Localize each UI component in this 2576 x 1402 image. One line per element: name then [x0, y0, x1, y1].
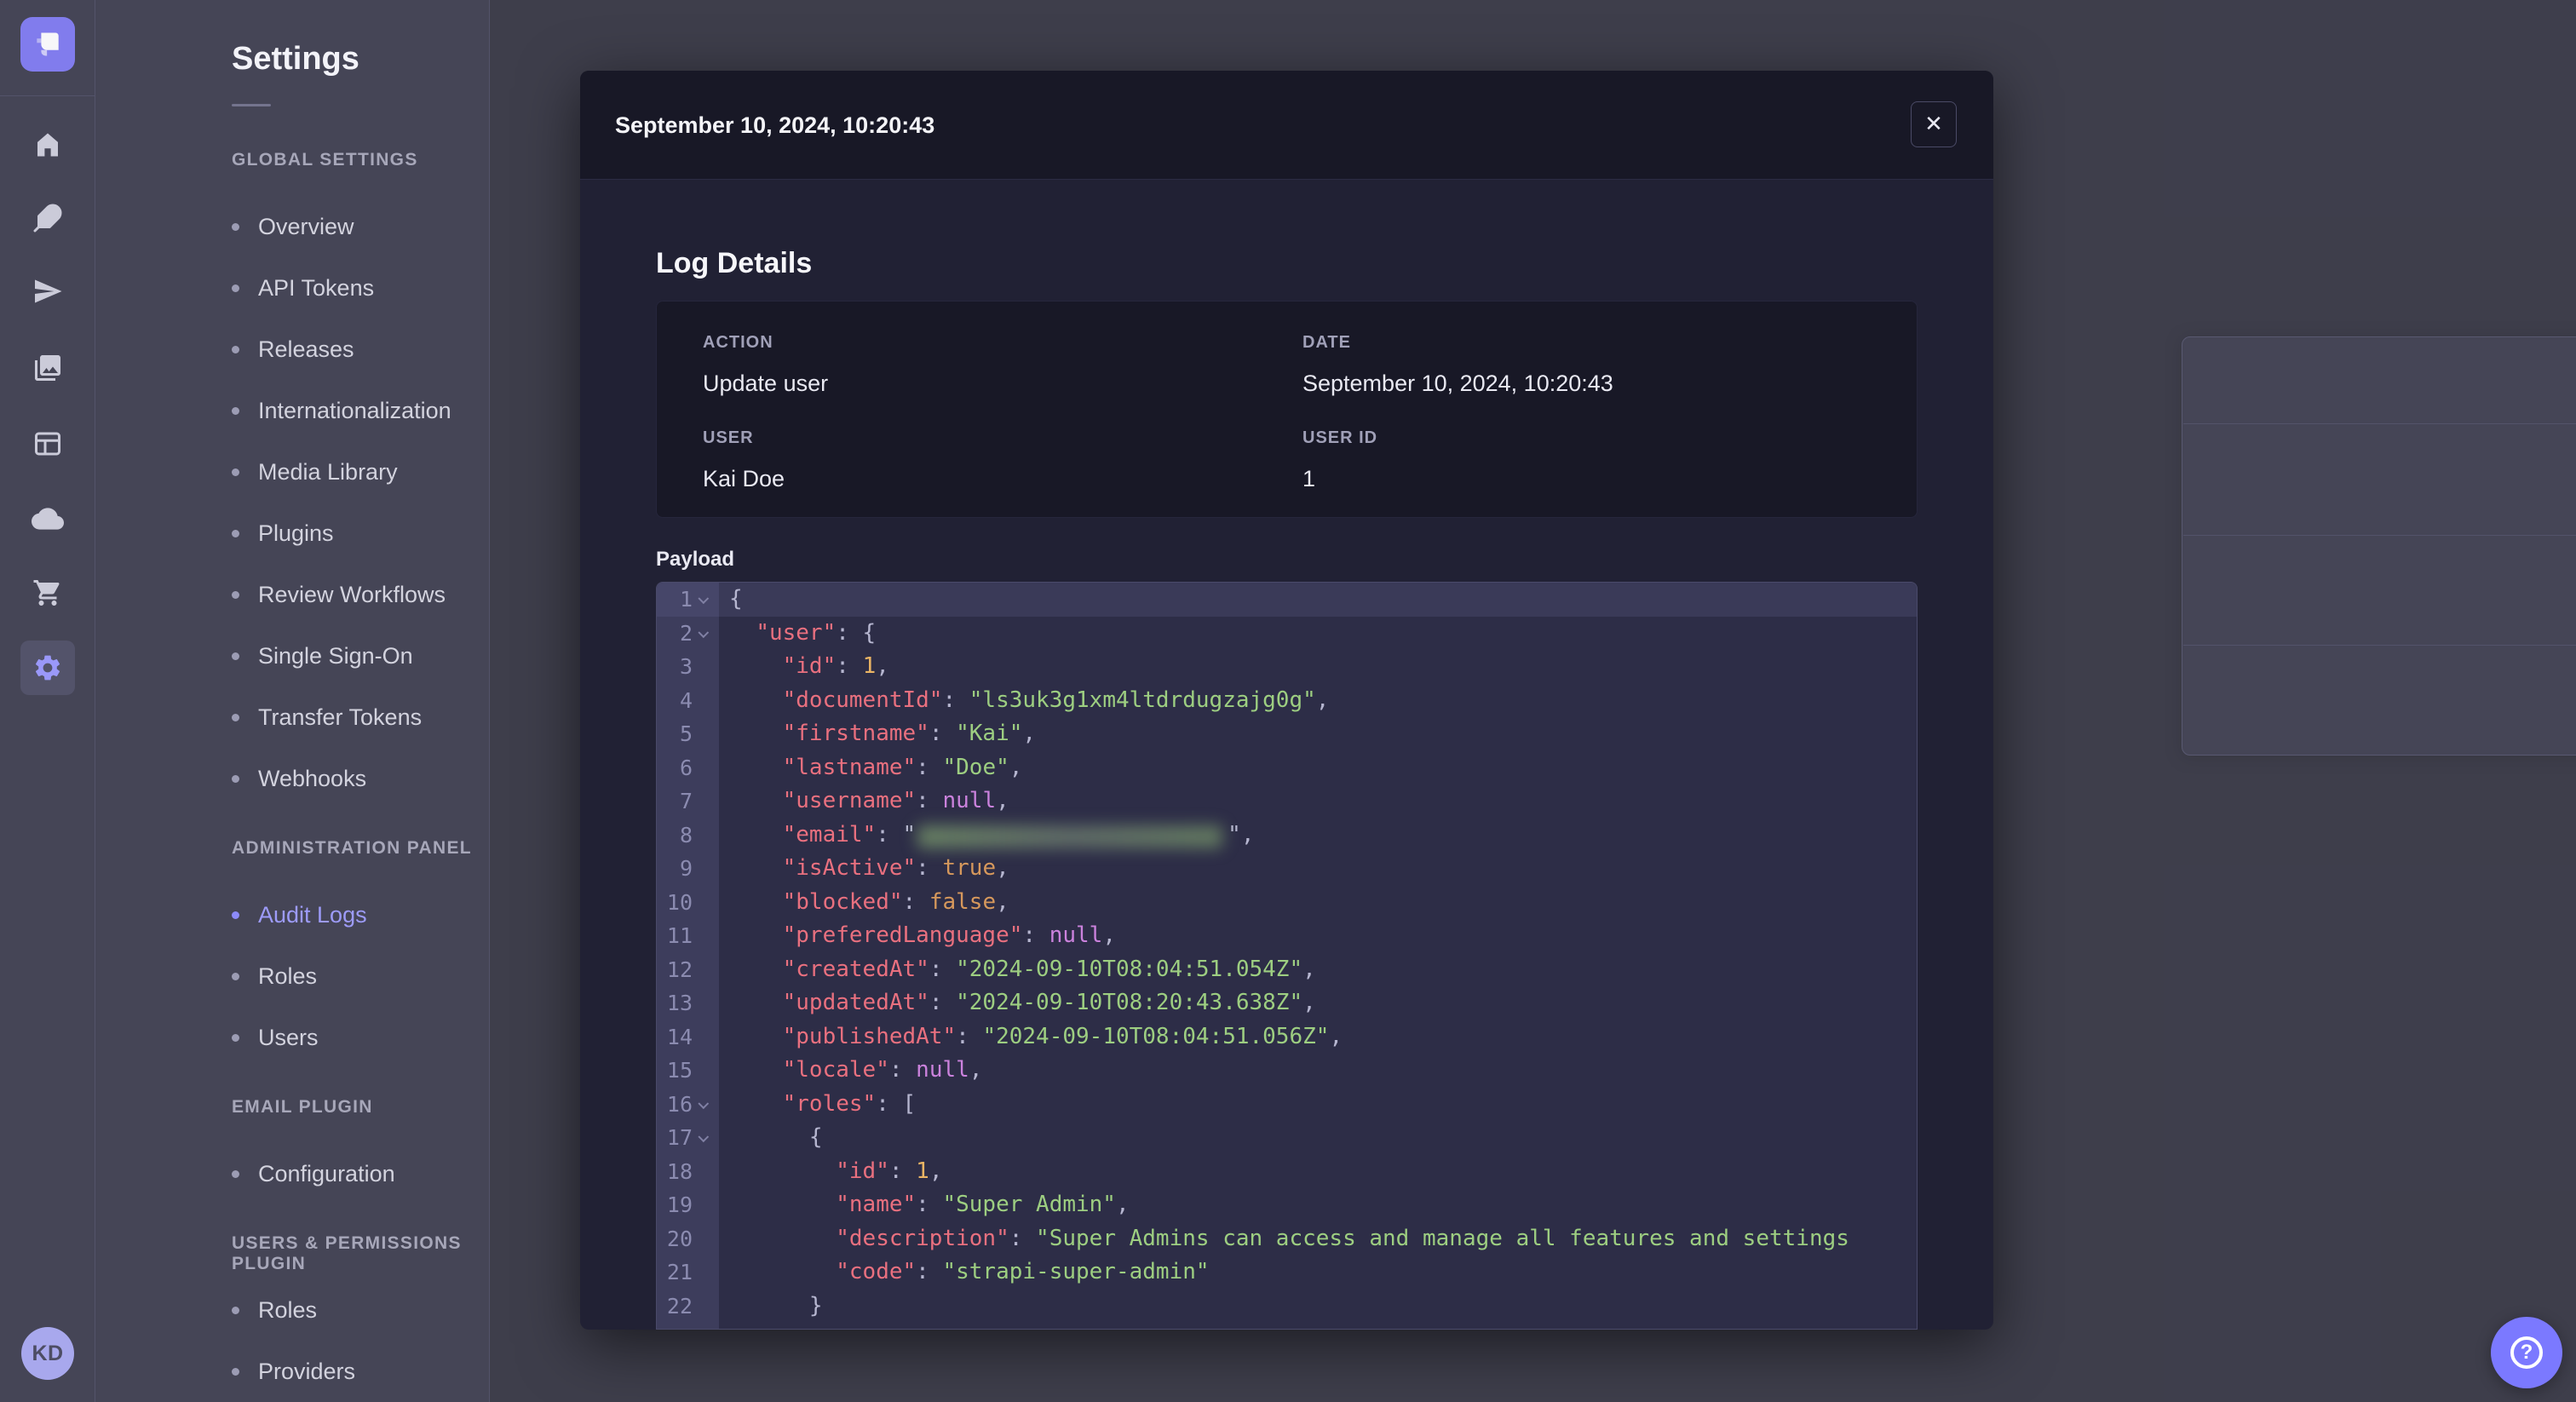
line-number: 20: [666, 1226, 693, 1251]
date-value: September 10, 2024, 10:20:43: [1302, 371, 1613, 396]
line-number: 10: [666, 889, 693, 915]
code-line: 3 "id": 1,: [657, 650, 1917, 684]
log-details-modal: September 10, 2024, 10:20:43 ✕ Log Detai…: [580, 71, 1993, 1330]
code-line: 16 "roles": [: [657, 1087, 1917, 1121]
line-number: 14: [666, 1024, 693, 1049]
code-line: 20 "description": "Super Admins can acce…: [657, 1221, 1917, 1255]
code-line: 5 "firstname": "Kai",: [657, 717, 1917, 751]
code-line: 1{: [657, 583, 1917, 617]
user-id-value: 1: [1302, 466, 1316, 491]
line-number: 8: [679, 822, 693, 848]
close-icon: ✕: [1924, 112, 1943, 137]
code-line: 13 "updatedAt": "2024-09-10T08:20:43.638…: [657, 986, 1917, 1020]
collapse-chevron-icon[interactable]: [697, 593, 709, 605]
line-number: 9: [679, 856, 693, 882]
code-line: 7 "username": null,: [657, 784, 1917, 819]
line-number: 7: [679, 789, 693, 814]
code-line: 15 "locale": null,: [657, 1054, 1917, 1088]
line-number: 12: [666, 957, 693, 982]
line-number: 1: [679, 587, 693, 612]
code-line: 4 "documentId": "ls3uk3g1xm4ltdrdugzajg0…: [657, 683, 1917, 717]
code-line: 19 "name": "Super Admin",: [657, 1188, 1917, 1222]
line-number: 18: [666, 1158, 693, 1184]
code-line: 8 "email": " ",: [657, 818, 1917, 852]
date-label: DATE: [1302, 333, 1351, 352]
line-number: 22: [666, 1293, 693, 1319]
action-value: Update user: [703, 371, 829, 396]
payload-label: Payload: [656, 548, 735, 571]
line-number: 16: [666, 1091, 693, 1117]
log-details-card: ACTION Update user DATE September 10, 20…: [656, 301, 1918, 518]
code-line: 10 "blocked": false,: [657, 885, 1917, 919]
collapse-chevron-icon[interactable]: [697, 1098, 709, 1109]
code-line: 22 }: [657, 1289, 1917, 1323]
line-number: 13: [666, 991, 693, 1016]
code-line: 12 "createdAt": "2024-09-10T08:04:51.054…: [657, 952, 1917, 986]
question-mark-icon: ?: [2510, 1336, 2543, 1369]
strapi-admin-screen: KD Settings GLOBAL SETTINGS Overview API T…: [0, 0, 2576, 1402]
line-number: 2: [679, 620, 693, 646]
line-number: 11: [666, 923, 693, 949]
user-id-label: USER ID: [1302, 428, 1378, 447]
redacted-email-value: [917, 825, 1223, 848]
code-line: 21 "code": "strapi-super-admin": [657, 1255, 1917, 1290]
code-line: 2 "user": {: [657, 616, 1917, 650]
modal-title: September 10, 2024, 10:20:43: [615, 112, 935, 138]
code-line: 6 "lastname": "Doe",: [657, 750, 1917, 784]
line-number: 21: [666, 1260, 693, 1285]
code-line: 23 ],: [657, 1323, 1917, 1329]
close-button[interactable]: ✕: [1911, 101, 1957, 147]
line-number: 19: [666, 1192, 693, 1218]
code-line: 9 "isActive": true,: [657, 852, 1917, 886]
line-number: 5: [679, 721, 693, 747]
modal-header: September 10, 2024, 10:20:43 ✕: [580, 71, 1993, 180]
code-line: 11 "preferedLanguage": null,: [657, 919, 1917, 953]
code-line: 14 "publishedAt": "2024-09-10T08:04:51.0…: [657, 1020, 1917, 1054]
collapse-chevron-icon[interactable]: [697, 1131, 709, 1143]
line-number: 3: [679, 654, 693, 680]
code-line: 17 {: [657, 1121, 1917, 1155]
line-number: 23: [657, 1327, 693, 1329]
line-number: 6: [679, 755, 693, 780]
line-number: 17: [666, 1125, 693, 1151]
collapse-chevron-icon[interactable]: [697, 627, 709, 638]
log-details-heading: Log Details: [656, 247, 813, 279]
line-number: 4: [679, 687, 693, 713]
payload-code[interactable]: 1{2 "user": {3 "id": 1, 4 "documentId": "…: [656, 582, 1918, 1330]
code-line: 18 "id": 1,: [657, 1154, 1917, 1188]
help-button[interactable]: ?: [2491, 1317, 2562, 1388]
user-value: Kai Doe: [703, 466, 785, 491]
line-number: 15: [666, 1058, 693, 1083]
user-label: USER: [703, 428, 754, 447]
action-label: ACTION: [703, 333, 773, 352]
